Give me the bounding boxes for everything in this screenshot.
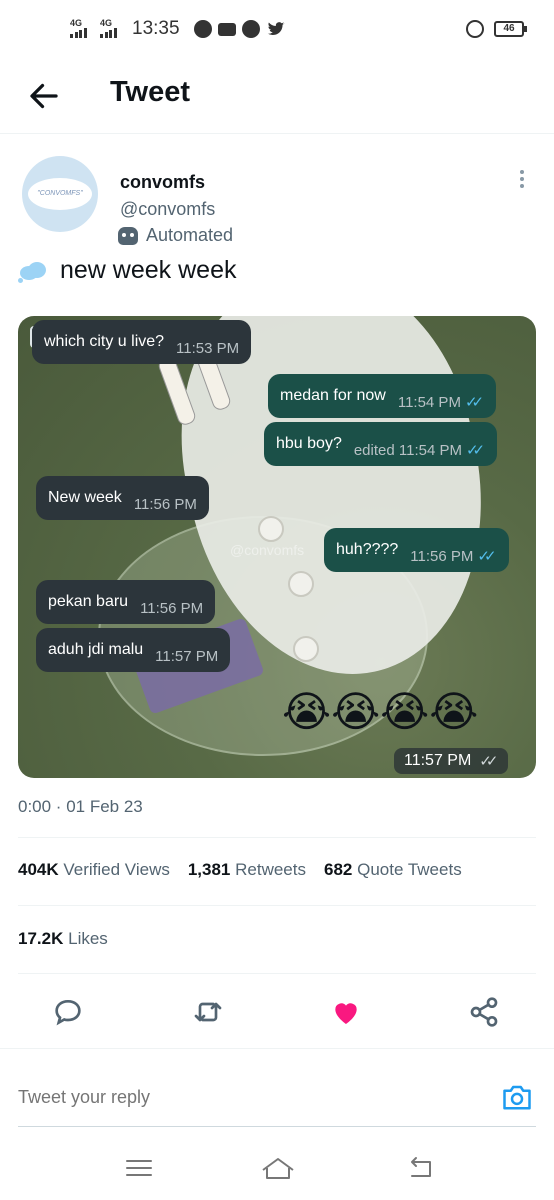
app-header: Tweet (0, 62, 554, 134)
robot-icon (118, 226, 138, 245)
alarm-icon (466, 20, 484, 38)
signal-icon: 4G (68, 18, 92, 40)
double-check-icon: ✓✓ (464, 394, 484, 411)
twitter-bird-icon (267, 22, 284, 36)
avatar[interactable]: "CONVOMFS" (22, 156, 98, 232)
watermark: @convomfs (230, 542, 305, 558)
chat-bubble: New week 11:56 PM (36, 476, 209, 520)
like-heart-icon[interactable] (330, 996, 362, 1028)
thought-balloon-icon (18, 260, 48, 283)
double-check-icon: ✓✓ (479, 753, 498, 770)
reply-underline (18, 1126, 536, 1127)
video-icon (217, 22, 236, 36)
double-check-icon: ✓✓ (477, 548, 496, 565)
crying-emojis: 😭😭😭😭 (282, 688, 479, 735)
compass-icon (241, 20, 260, 38)
share-icon[interactable] (468, 996, 500, 1028)
system-nav-bar (0, 1140, 554, 1200)
more-options-icon[interactable] (520, 170, 526, 188)
last-message-time: 11:57 PM ✓✓ (394, 748, 509, 774)
double-check-icon: ✓✓ (465, 442, 485, 459)
tweet-image[interactable]: @convomfs which city u live? 11:53 PM med… (18, 316, 536, 778)
tweet-body: new week week (60, 256, 237, 284)
divider (18, 837, 536, 838)
tweet-text: new week week (18, 256, 236, 285)
chat-bubble: hbu boy? edited 11:54 PM ✓✓ (264, 422, 498, 466)
back-nav-icon[interactable] (406, 1154, 436, 1182)
avatar-text: "CONVOMFS" (28, 178, 92, 210)
chat-bubble: medan for now 11:54 PM ✓✓ (268, 374, 497, 418)
status-bar: 4G 4G 13:35 46 (0, 0, 554, 62)
tweet-actions (0, 990, 554, 1034)
reply-input[interactable] (18, 1087, 418, 1108)
chat-bubble: which city u live? 11:53 PM (32, 320, 252, 364)
author-handle[interactable]: @convomfs (120, 199, 215, 220)
chat-bubble: aduh jdi malu 11:57 PM (36, 628, 231, 672)
chat-bubble: huh???? 11:56 PM ✓✓ (324, 528, 509, 572)
automated-badge: Automated (118, 225, 233, 246)
reply-bar (0, 1048, 554, 1128)
tweet-stats: 404K Verified Views 1,381 Retweets 682 Q… (18, 860, 462, 880)
divider (18, 905, 536, 906)
likes-stat[interactable]: 17.2K Likes (18, 929, 108, 949)
camera-icon[interactable] (502, 1083, 532, 1111)
back-arrow-icon[interactable] (26, 78, 62, 114)
guitar-knob (288, 571, 314, 597)
retweet-icon[interactable] (192, 996, 224, 1028)
signal-icon: 4G (98, 18, 122, 40)
reply-icon[interactable] (52, 996, 84, 1028)
telegram-icon (193, 20, 212, 38)
quotes-stat[interactable]: 682 Quote Tweets (324, 860, 462, 880)
automated-label: Automated (146, 225, 234, 245)
menu-icon[interactable] (124, 1154, 154, 1182)
status-time: 13:35 (132, 18, 180, 39)
chat-bubble: pekan baru 11:56 PM (36, 580, 216, 624)
battery-icon: 46 (494, 21, 527, 37)
views-stat[interactable]: 404K Verified Views (18, 860, 170, 880)
divider (18, 973, 536, 974)
home-icon[interactable] (260, 1154, 296, 1182)
page-title: Tweet (110, 76, 191, 108)
guitar-knob (258, 516, 284, 542)
author-name[interactable]: convomfs (120, 172, 205, 193)
guitar-knob (293, 636, 319, 662)
tweet-timestamp[interactable]: 0:00 · 01 Feb 23 (18, 797, 143, 817)
retweets-stat[interactable]: 1,381 Retweets (188, 860, 306, 880)
